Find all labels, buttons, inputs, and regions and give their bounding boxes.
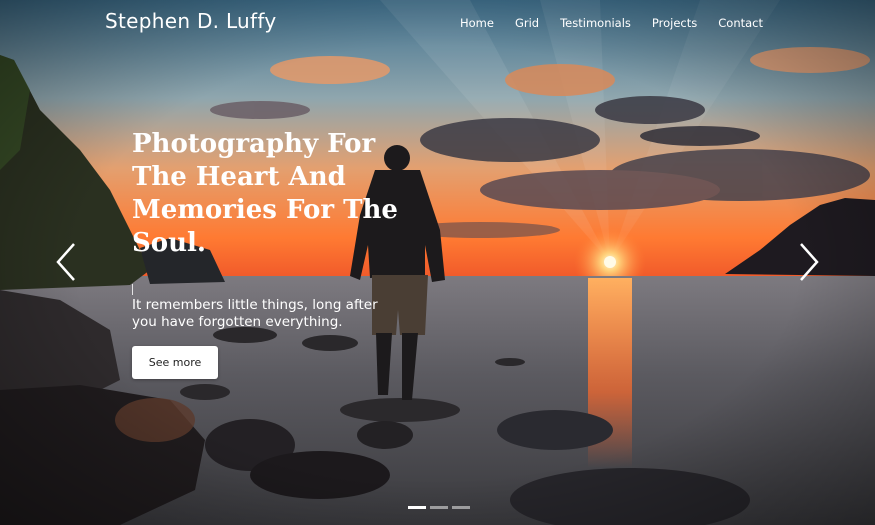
carousel-indicators [408,506,470,509]
hero-title: Photography For The Heart And Memories F… [132,129,398,258]
nav-menu: Home Grid Testimonials Projects Contact [460,16,763,30]
hero-subtitle: It remembers little things, long after y… [132,297,378,330]
chevron-left-icon [56,243,75,281]
nav-item-testimonials[interactable]: Testimonials [560,16,631,30]
see-more-button[interactable]: See more [132,346,218,379]
carousel-indicator-3[interactable] [452,506,470,509]
hero-background-photo [0,0,875,525]
chevron-right-icon [800,243,819,281]
carousel-indicator-1[interactable] [408,506,426,509]
nav-item-grid[interactable]: Grid [515,16,539,30]
nav-item-projects[interactable]: Projects [652,16,697,30]
brand-logo-link[interactable]: Stephen D. Luffy [105,9,277,33]
carousel-prev-button[interactable] [54,241,78,283]
text-cursor [132,284,133,295]
carousel-indicator-2[interactable] [430,506,448,509]
carousel-next-button[interactable] [797,241,821,283]
nav-item-contact[interactable]: Contact [718,16,763,30]
nav-item-home[interactable]: Home [460,16,494,30]
top-navbar: Stephen D. Luffy Home Grid Testimonials … [0,0,875,44]
